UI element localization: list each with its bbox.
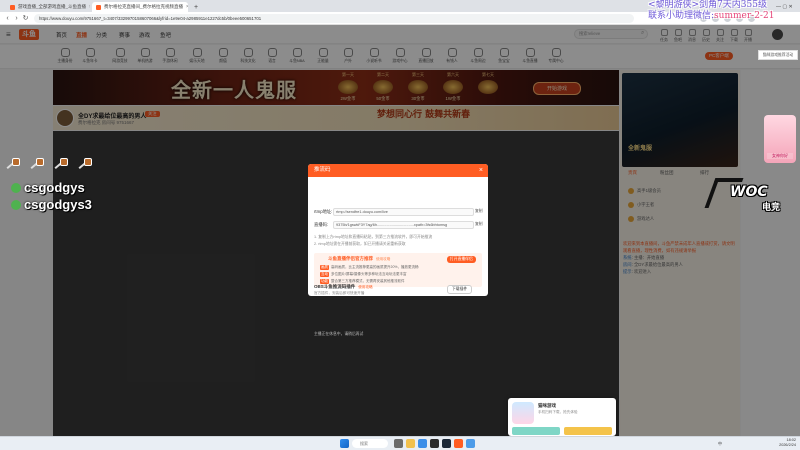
app-icon — [512, 402, 534, 424]
ad-line: 联系小助理微信:summer-2-21 — [648, 11, 775, 21]
browser-tab-active[interactable]: 费尔格拉克直播间_费尔格拉克视频直播 × — [92, 2, 188, 12]
rtmp-field[interactable]: rtmp://sendfre1.douyu.com/live — [333, 208, 474, 216]
player-hint: 主播正在休息中，请稍后再试 — [314, 332, 364, 336]
key-icon — [6, 158, 20, 170]
stream-key-field[interactable]: 9375b/1gswkF3Y7ag/6h....................… — [333, 221, 474, 229]
note-line: 2. rtmp地址需在开播前获取，如已开播请关闭重新获取 — [314, 242, 406, 246]
obs-description: 官方插件，安装后即可快速开播 — [314, 291, 365, 295]
player-name-overlay: csgodgys3 — [11, 197, 92, 212]
close-tab-icon[interactable]: × — [89, 4, 90, 10]
player-name-overlay: csgodgys — [11, 180, 85, 195]
file-explorer-icon[interactable] — [406, 439, 415, 448]
feature-line: 互动 多位图片/屏幕/摄像头等多种玩法互动玩法更丰富 — [320, 272, 407, 277]
close-tab-icon[interactable]: × — [186, 4, 188, 10]
key-icon — [78, 158, 92, 170]
side-image-text: 女神你好 — [767, 153, 793, 159]
taskbar-search[interactable]: 搜索 — [352, 439, 388, 448]
key-label: 直播码: — [314, 222, 329, 227]
tab-label: 费尔格拉克直播间_费尔格拉克视频直播 — [104, 4, 184, 9]
woc-subtext: 电竞 — [762, 202, 781, 212]
side-promo-button[interactable]: 猫咪游戏推荐活动 — [758, 50, 798, 60]
tab-label: 游戏直播_全部游戏直播_斗鱼直播 — [18, 4, 87, 9]
browser-tab[interactable]: 游戏直播_全部游戏直播_斗鱼直播 × — [6, 2, 90, 12]
douyu-page: ≡ 斗鱼 首页 直播 分类 赛事 游戏 鱼吧 搜索relieve ⌕ 任务 鱼吧… — [0, 25, 800, 436]
download-plugin-button[interactable]: 下载插件 — [447, 285, 473, 294]
url-field[interactable]: https://www.douyu.com/9751667_t=3407/332… — [34, 14, 634, 23]
copy-rtmp-button[interactable]: 复制 — [475, 209, 483, 214]
steam-icon[interactable] — [442, 439, 451, 448]
new-tab-button[interactable]: + — [190, 2, 200, 12]
douyu-favicon — [10, 4, 15, 10]
side-promo-image[interactable]: 女神你好 — [764, 115, 796, 163]
rtmp-label: rtmp地址: — [314, 209, 333, 214]
popup-action-button[interactable] — [512, 427, 560, 435]
ad-line: <黎明游侠>剑角7天内355级 — [648, 0, 767, 10]
clock[interactable]: 18:02 2026/2/24 — [752, 438, 796, 448]
obs-title: OBS斗鱼推流码插件 使用攻略 — [314, 284, 373, 289]
chrome-icon[interactable] — [466, 439, 475, 448]
stream-key-dialog: 推流码 × rtmp地址: rtmp://sendfre1.douyu.com/… — [308, 164, 488, 296]
douyu-favicon — [96, 4, 101, 10]
guide-link[interactable]: 使用攻略 — [376, 257, 390, 261]
task-view-icon[interactable] — [394, 439, 403, 448]
companion-promo: 斗鱼直播伴侣官方推荐 使用攻略 打开直播伴侣 画质 高码画质，比主流推荐更高的画质提… — [314, 253, 482, 287]
popup-title: 猫咪游戏 — [538, 403, 556, 408]
woc-logo: WOC 电竞 — [704, 176, 795, 214]
app-icon[interactable] — [430, 439, 439, 448]
popup-subtitle: 手机扫码下载，抢先体验 — [538, 410, 578, 414]
stream-ad-overlay: <黎明游侠>剑角7天内355级 联系小助理微信:summer-2-21 — [648, 0, 774, 22]
open-companion-button[interactable]: 打开直播伴侣 — [447, 256, 476, 263]
dialog-header: 推流码 × — [308, 164, 488, 177]
dialog-title: 推流码 — [314, 167, 331, 173]
windows-start-icon[interactable] — [340, 439, 349, 448]
note-line: 1. 复制上方rtmp地址和直播码粘贴，到第三方推流软件，即可开始推流 — [314, 235, 433, 239]
popup-action-button[interactable] — [564, 427, 612, 435]
reload-icon[interactable]: ↻ — [21, 14, 30, 23]
windows-taskbar: 搜索 中 18:02 2026/2/24 — [0, 436, 800, 450]
copy-key-button[interactable]: 复制 — [475, 222, 483, 227]
feature-line: 画质 高码画质，比主流推荐更高的画质提升20%，播放更流畅 — [320, 265, 419, 270]
input-language[interactable]: 中 — [718, 441, 722, 447]
companion-title: 斗鱼直播伴侣官方推荐 使用攻略 — [328, 256, 391, 261]
app-popup[interactable]: 猫咪游戏 手机扫码下载，抢先体验 — [508, 398, 616, 436]
key-icon — [30, 158, 44, 170]
close-icon[interactable]: × — [479, 164, 483, 177]
edge-icon[interactable] — [418, 439, 427, 448]
forward-icon[interactable]: › — [12, 14, 21, 23]
wechat-icon — [11, 200, 21, 210]
window-controls[interactable]: — ▢ ✕ — [772, 2, 798, 12]
wechat-icon — [11, 183, 21, 193]
woc-text: WOC — [730, 184, 768, 200]
douyu-icon[interactable] — [454, 439, 463, 448]
obs-guide-link[interactable]: 使用攻略 — [358, 285, 372, 289]
back-icon[interactable]: ‹ — [3, 14, 12, 23]
key-icon — [54, 158, 68, 170]
